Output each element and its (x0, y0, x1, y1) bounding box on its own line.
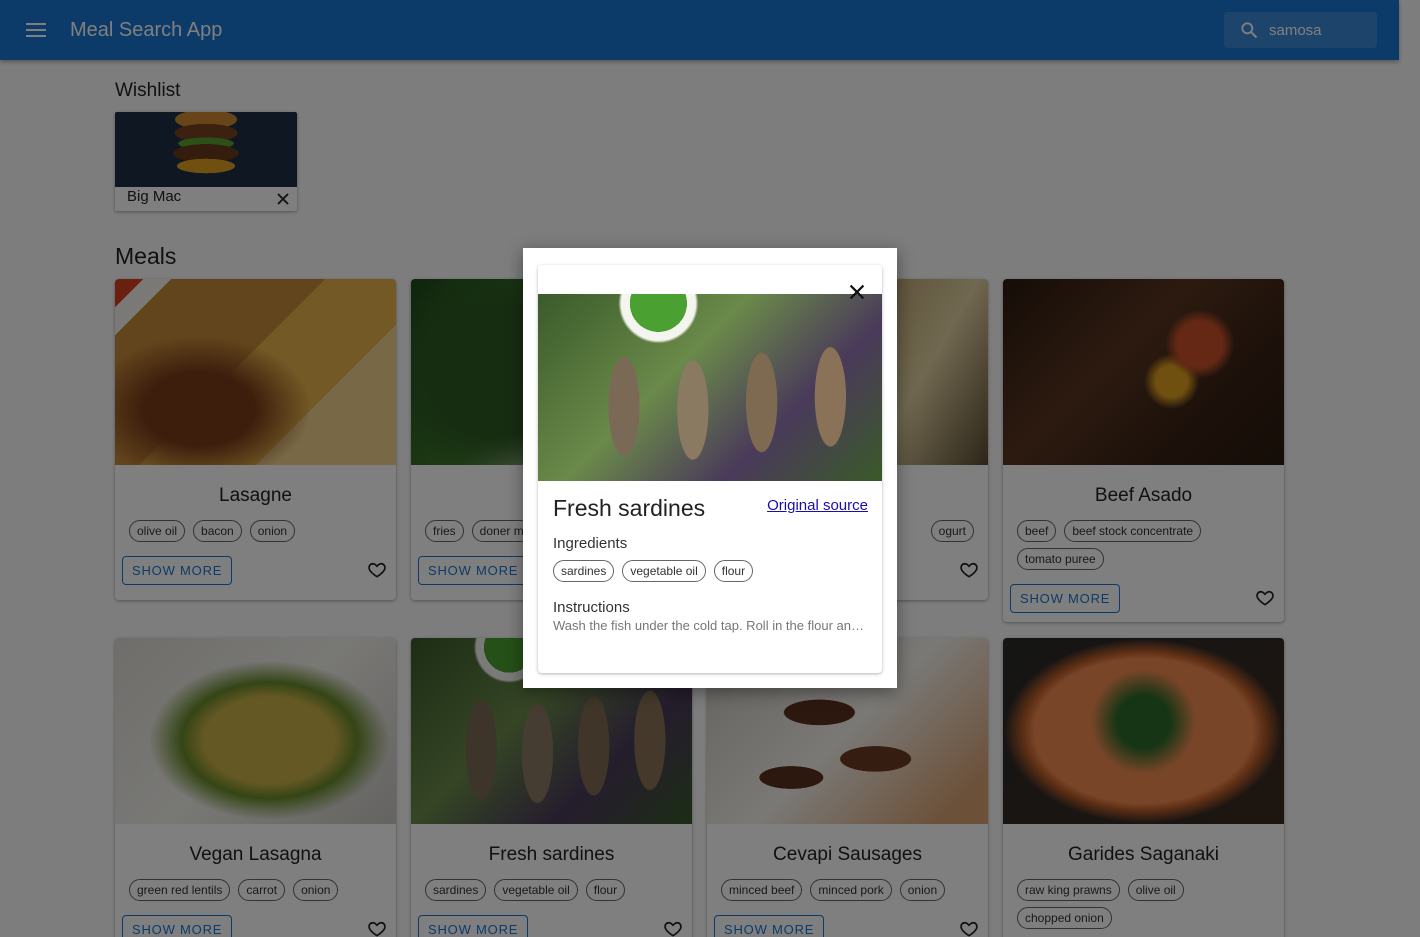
instructions-text: Wash the fish under the cold tap. Roll i… (553, 618, 868, 633)
ingredient-chip: sardines (553, 560, 615, 582)
meal-detail-dialog: Fresh sardines Original source Ingredien… (523, 248, 897, 688)
meal-detail-card: Fresh sardines Original source Ingredien… (538, 265, 882, 673)
original-source-link[interactable]: Original source (767, 497, 868, 514)
instructions-heading: Instructions (553, 599, 630, 616)
meal-detail-title: Fresh sardines (553, 495, 706, 521)
close-icon[interactable] (846, 281, 868, 303)
ingredients-heading: Ingredients (553, 535, 628, 552)
meal-detail-image (538, 294, 882, 481)
ingredient-chips: sardines vegetable oil flour (553, 560, 754, 582)
ingredient-chip: vegetable oil (622, 560, 706, 582)
ingredient-chip: flour (713, 560, 754, 582)
